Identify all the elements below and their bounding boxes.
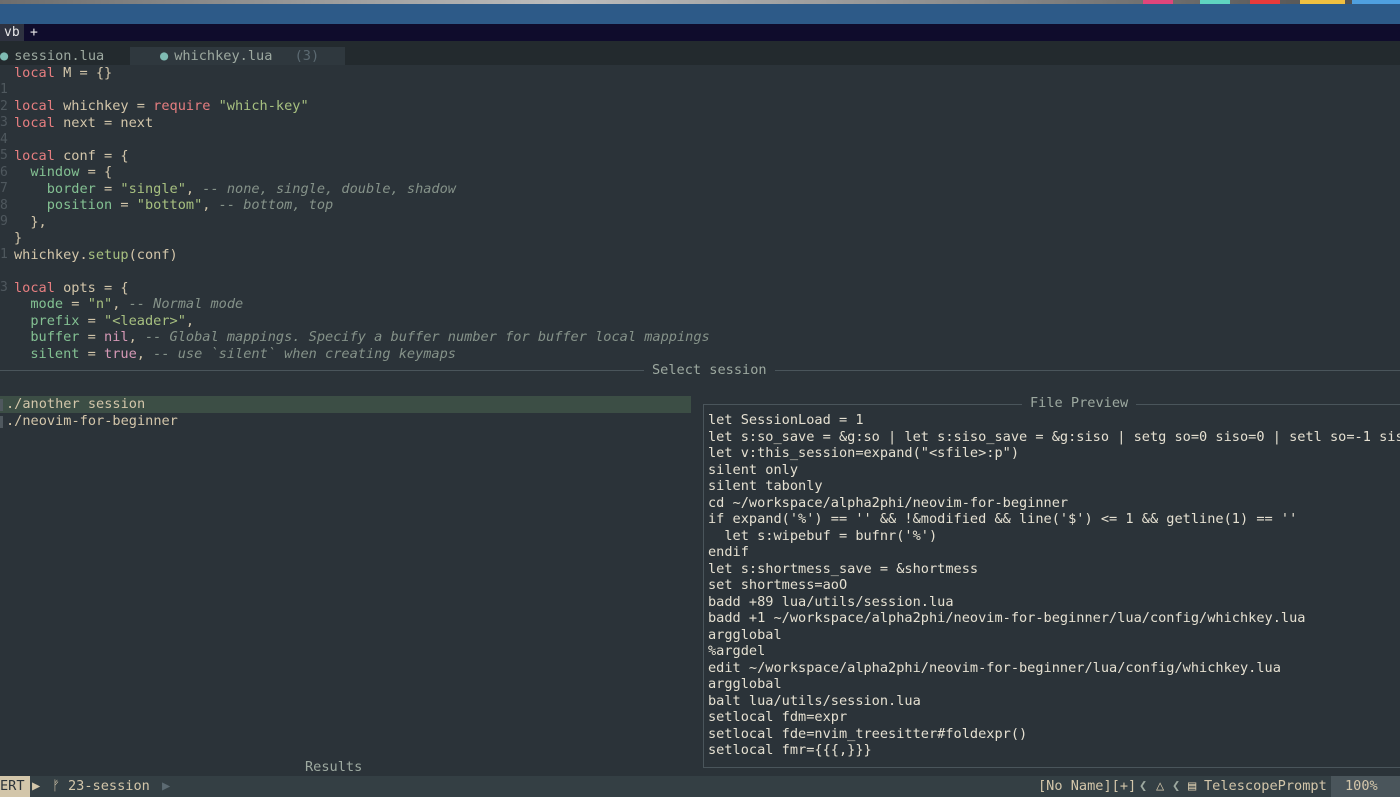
code-line: border = "single", -- none, single, doub…: [46, 180, 456, 197]
line-number: 4: [0, 132, 8, 147]
code-line: buffer = nil, -- Global mappings. Specif…: [30, 329, 710, 345]
code-line: mode = "n", -- Normal mode: [30, 296, 244, 312]
results-title: Results: [297, 759, 371, 776]
code-line: position = "bottom", -- bottom, top: [46, 197, 334, 213]
tray-indicator-red-2: [1250, 0, 1280, 4]
tmux-window-tab[interactable]: vb: [0, 24, 24, 41]
mode-indicator: ERT: [0, 776, 30, 797]
code-line: silent = true, -- use `silent` when crea…: [30, 345, 456, 362]
preview-line: argglobal: [708, 676, 782, 692]
selection-marker: [0, 399, 3, 411]
preview-line: cd ~/workspace/alpha2phi/neovim-for-begi…: [708, 494, 1069, 511]
line-number: 9: [0, 214, 8, 229]
preview-line: if expand('%') == '' && !&modified && li…: [708, 511, 1298, 527]
tray-indicator-teal: [1200, 0, 1230, 4]
lua-file-icon: ●: [160, 48, 169, 64]
code-line: local M = {}: [14, 65, 113, 81]
tmux-window-bar: [0, 24, 1400, 41]
code-line: }: [14, 230, 23, 246]
chevron-left-icon: ❮: [1172, 778, 1181, 794]
preview-title: File Preview: [1022, 395, 1137, 412]
preview-line: let s:so_save = &g:so | let s:siso_save …: [708, 428, 1400, 445]
file-name: [No Name][+]: [1038, 778, 1137, 794]
tmux-new-window-button[interactable]: +: [30, 24, 38, 41]
preview-border-left: [703, 404, 704, 768]
code-line: local conf = {: [14, 147, 129, 164]
preview-line: edit ~/workspace/alpha2phi/neovim-for-be…: [708, 659, 1281, 676]
line-number: 3: [0, 115, 8, 130]
lua-file-icon: ●: [0, 48, 9, 64]
tray-indicator-red: [1143, 0, 1173, 4]
code-line: },: [14, 213, 47, 230]
code-line: window = {: [30, 164, 113, 180]
git-branch-icon: ᚠ: [52, 778, 61, 794]
preview-line: let SessionLoad = 1: [708, 412, 864, 428]
preview-line: let s:wipebuf = bufnr('%'): [708, 527, 938, 544]
preview-line: setlocal fmr={{{,}}}: [708, 742, 872, 758]
preview-line: balt lua/utils/session.lua: [708, 692, 921, 709]
line-number: 8: [0, 198, 8, 213]
desktop-strip: [0, 0, 1400, 4]
line-number: 7: [0, 181, 8, 196]
preview-line: endif: [708, 544, 749, 560]
preview-line: set shortmess=aoO: [708, 577, 848, 593]
buffer-tab-badge: (3): [294, 48, 320, 64]
code-line: local opts = {: [14, 279, 129, 296]
result-item[interactable]: ./neovim-for-beginner: [6, 413, 178, 430]
buffer-tab-label: session.lua: [14, 48, 105, 64]
preview-border-bottom: [703, 767, 1400, 768]
buffer-tab-session[interactable]: ● session.lua: [0, 47, 120, 65]
tray-indicator-blue: [1352, 0, 1400, 4]
preview-line: silent tabonly: [708, 478, 823, 494]
code-editor[interactable]: 1 2 3 4 5 6 7 8 9 1 3 local M = {} local…: [0, 65, 1400, 362]
line-number: 2: [0, 99, 8, 114]
preview-line: let v:this_session=expand("<sfile>:p"): [708, 445, 1019, 461]
tray-indicator-yellow: [1300, 0, 1345, 4]
scroll-percent: 100%: [1331, 776, 1400, 797]
git-branch: 23-session: [68, 778, 150, 794]
line-number: 1: [0, 82, 8, 97]
result-marker: [0, 416, 3, 428]
code-line: local whichkey = require "which-key": [14, 98, 309, 114]
preview-line: setlocal fdm=expr: [708, 709, 848, 725]
preview-line: silent only: [708, 461, 799, 478]
buffer-tab-label: whichkey.lua: [174, 48, 273, 64]
os-linux-icon: △: [1156, 778, 1165, 794]
preview-line: %argdel: [708, 643, 766, 659]
preview-line: badd +1 ~/workspace/alpha2phi/neovim-for…: [708, 610, 1306, 626]
buffer-tab-whichkey[interactable]: ● whichkey.lua (3): [130, 47, 345, 65]
preview-line: argglobal: [708, 626, 782, 643]
separator-icon: ▶: [162, 778, 171, 794]
code-line: whichkey.setup(conf): [14, 246, 178, 263]
prompt-title: Select session: [644, 362, 775, 379]
file-type-icon: ▤: [1188, 778, 1197, 794]
chevron-left-icon: ❮: [1139, 778, 1148, 794]
result-item[interactable]: ./another session: [6, 396, 145, 413]
line-number: 1: [0, 247, 8, 262]
line-number: 5: [0, 148, 8, 163]
preview-line: badd +89 lua/utils/session.lua: [708, 593, 954, 610]
preview-line: let s:shortmess_save = &shortmess: [708, 560, 979, 577]
file-type: TelescopePrompt: [1204, 778, 1327, 794]
line-number: 3: [0, 280, 8, 295]
line-number: 6: [0, 165, 8, 180]
separator-icon: ▶: [32, 778, 41, 794]
code-line: local next = next: [14, 114, 154, 131]
code-line: prefix = "<leader>",: [30, 312, 195, 329]
preview-line: setlocal fde=nvim_treesitter#foldexpr(): [708, 725, 1028, 742]
